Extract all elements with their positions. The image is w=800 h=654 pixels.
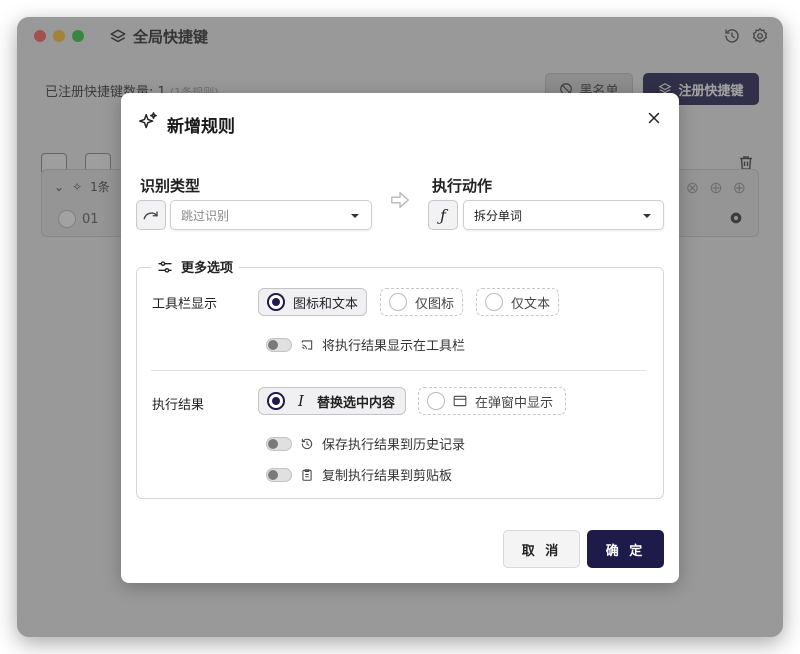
confirm-button[interactable]: 确 定 — [587, 530, 664, 568]
sliders-icon — [157, 260, 173, 274]
caret-down-icon — [643, 214, 651, 218]
copy-clipboard-row: 复制执行结果到剪贴板 — [266, 465, 452, 484]
option-show-in-popup[interactable]: 在弹窗中显示 — [418, 387, 566, 415]
option-text-only[interactable]: 仅文本 — [476, 288, 559, 316]
recognition-type-label: 识别类型 — [140, 177, 201, 195]
show-in-toolbar-toggle[interactable] — [266, 337, 292, 352]
recognition-type-button[interactable] — [136, 200, 166, 230]
radio-selected — [267, 293, 285, 311]
history-icon — [300, 437, 314, 451]
caret-down-icon — [351, 214, 359, 218]
dialog-title: 新增规则 — [167, 117, 235, 137]
toolbar-display-label: 工具栏显示 — [152, 297, 218, 312]
window-icon — [453, 395, 467, 407]
curved-arrow-icon — [142, 208, 160, 222]
action-label: 执行动作 — [432, 177, 493, 195]
sparkle-icon — [137, 111, 159, 133]
save-history-row: 保存执行结果到历史记录 — [266, 434, 465, 453]
action-select[interactable]: 拆分单词 — [463, 200, 664, 230]
radio-selected — [267, 392, 285, 410]
radio-unselected — [485, 293, 503, 311]
option-icon-and-text[interactable]: 图标和文本 — [258, 288, 367, 316]
copy-clipboard-toggle[interactable] — [266, 467, 292, 482]
recognition-type-select[interactable]: 跳过识别 — [170, 200, 372, 230]
arrow-right-icon — [389, 190, 411, 210]
clipboard-icon — [300, 468, 314, 482]
radio-unselected — [427, 392, 445, 410]
radio-unselected — [389, 293, 407, 311]
exec-result-label: 执行结果 — [152, 398, 205, 413]
function-icon: ƒ — [440, 205, 446, 225]
cast-icon — [300, 338, 314, 352]
show-in-toolbar-row: 将执行结果显示在工具栏 — [266, 335, 465, 354]
action-type-button[interactable]: ƒ — [428, 200, 458, 230]
option-replace-selection[interactable]: I 替换选中内容 — [258, 387, 406, 415]
close-icon[interactable] — [645, 109, 663, 127]
cancel-button[interactable]: 取 消 — [503, 530, 580, 568]
option-icon-only[interactable]: 仅图标 — [380, 288, 463, 316]
save-history-toggle[interactable] — [266, 436, 292, 451]
divider — [151, 370, 647, 371]
text-cursor-icon: I — [298, 392, 304, 410]
more-options-legend: 更多选项 — [151, 257, 240, 276]
add-rule-dialog: 新增规则 识别类型 跳过识别 执行动作 ƒ 拆分单词 更多选项 工具栏显示 图标… — [121, 93, 679, 583]
